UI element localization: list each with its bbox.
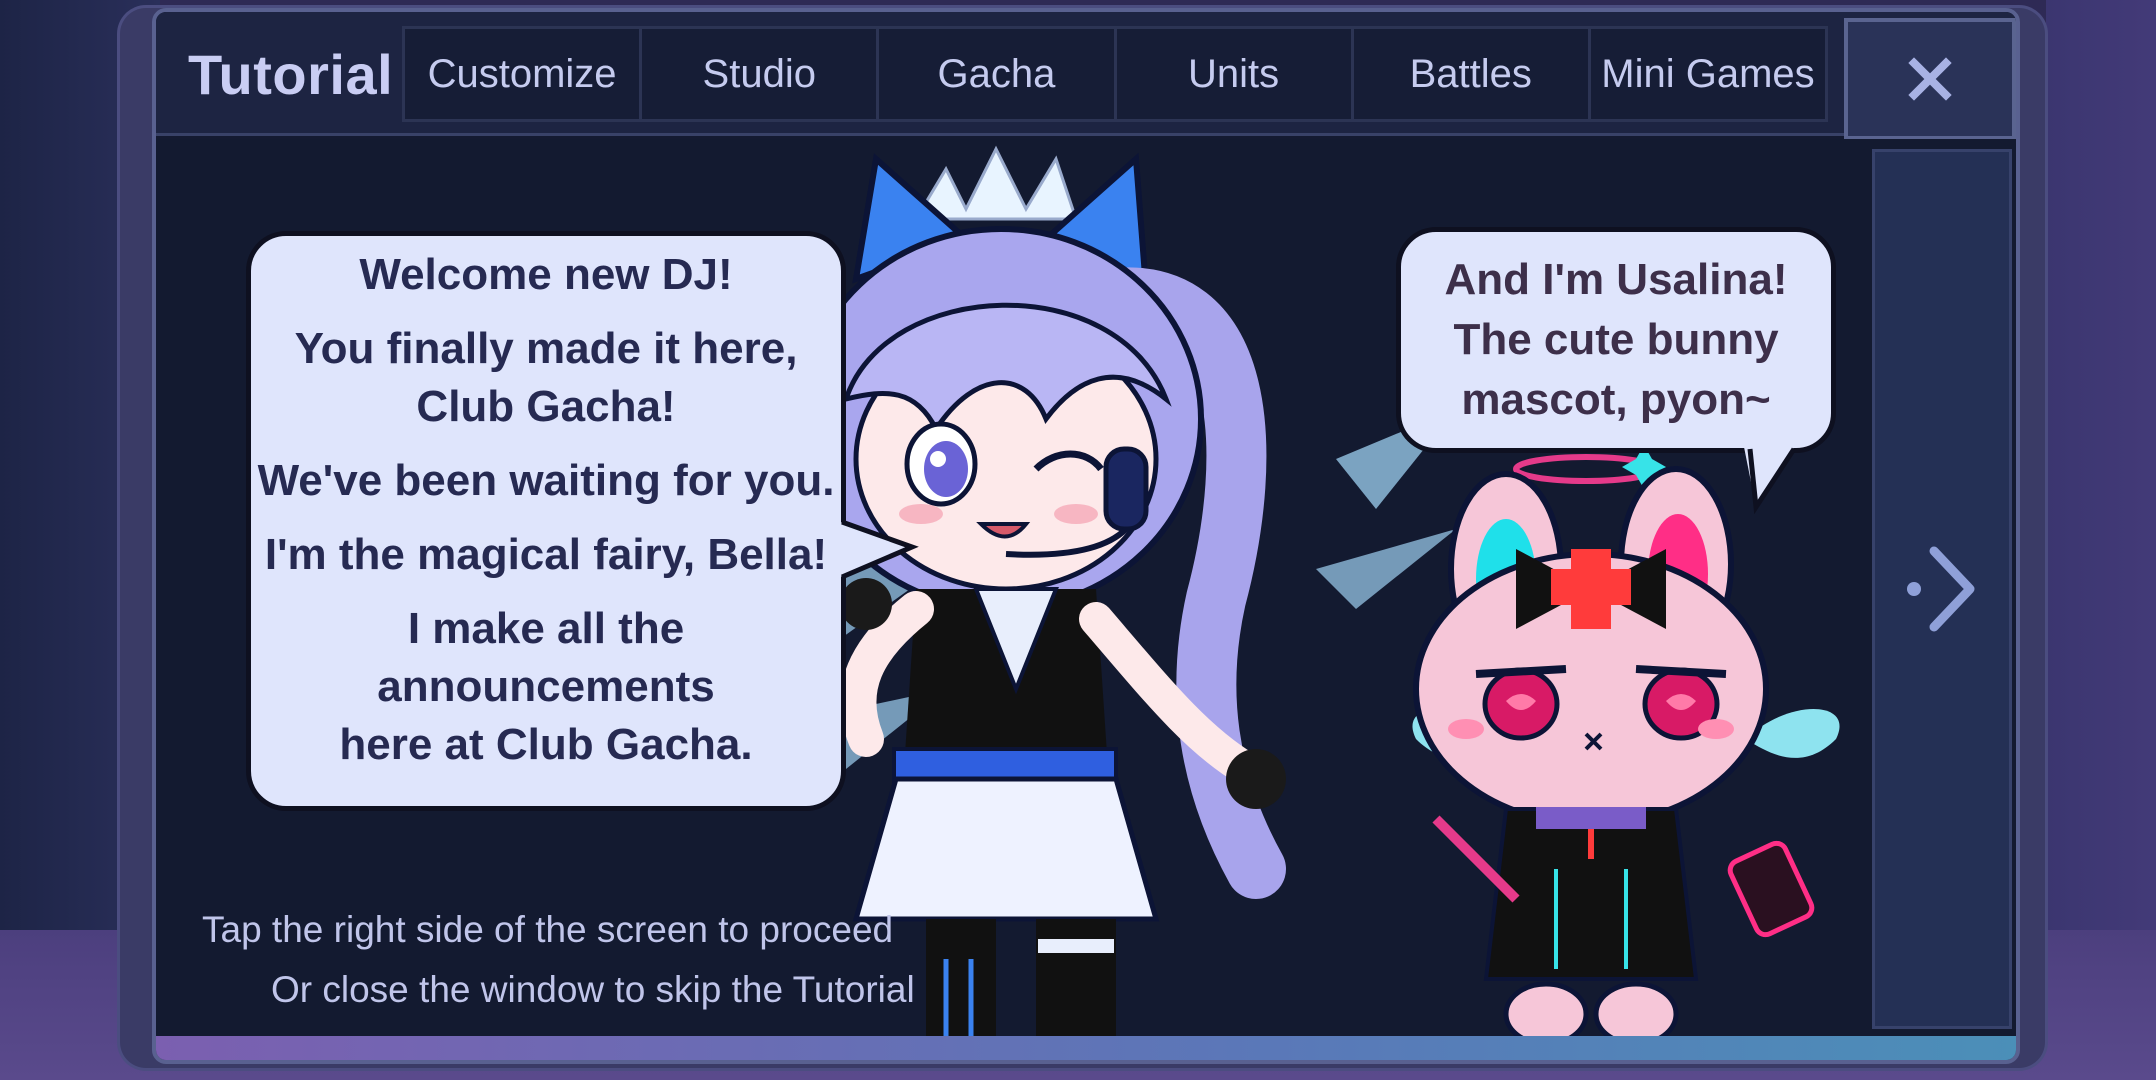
bella-line-3: Club Gacha!: [416, 382, 676, 431]
bella-line-2: You finally made it here,: [294, 324, 798, 373]
tutorial-content[interactable]: Welcome new DJ! You finally made it here…: [156, 139, 2016, 1049]
background-right-wall: [2046, 0, 2156, 1080]
usalina-speech-bubble: And I'm Usalina! The cute bunny mascot, …: [1396, 227, 1836, 453]
hint-skip: Or close the window to skip the Tutorial: [271, 969, 915, 1010]
tab-customize[interactable]: Customize: [405, 29, 643, 119]
tab-mini-games[interactable]: Mini Games: [1591, 29, 1825, 119]
usalina-line-3: mascot, pyon~: [1461, 375, 1771, 424]
usalina-line-2: The cute bunny: [1453, 315, 1779, 364]
tutorial-header: Tutorial Customize Studio Gacha Units Ba…: [156, 12, 2016, 140]
bella-line-1: Welcome new DJ!: [359, 250, 733, 299]
bella-line-7: here at Club Gacha.: [339, 720, 753, 769]
bella-line-5: I'm the magical fairy, Bella!: [264, 530, 828, 579]
tutorial-window: Tutorial Customize Studio Gacha Units Ba…: [152, 8, 2020, 1064]
chevron-right-icon: [1907, 546, 1975, 632]
bella-line-6: I make all the announcements: [377, 604, 715, 711]
window-title: Tutorial: [188, 43, 394, 106]
tab-gacha[interactable]: Gacha: [879, 29, 1117, 119]
close-button[interactable]: [1844, 18, 2016, 140]
bella-line-4: We've been waiting for you.: [257, 456, 835, 505]
bella-speech-bubble: Welcome new DJ! You finally made it here…: [246, 231, 846, 811]
usalina-bunny-character: [1412, 445, 1840, 1047]
usalina-bubble-tail: [1744, 447, 1797, 515]
tab-units[interactable]: Units: [1117, 29, 1354, 119]
tutorial-tab-bar: Customize Studio Gacha Units Battles Min…: [402, 26, 1828, 122]
usalina-line-1: And I'm Usalina!: [1444, 255, 1788, 304]
hint-proceed: Tap the right side of the screen to proc…: [202, 909, 894, 950]
tab-battles[interactable]: Battles: [1354, 29, 1591, 119]
bella-bubble-tail: [840, 519, 919, 580]
window-bottom-accent-bar: [156, 1036, 2016, 1060]
close-x-icon: [1908, 57, 1952, 101]
tab-studio[interactable]: Studio: [642, 29, 880, 119]
next-page-area[interactable]: [1872, 149, 2012, 1029]
